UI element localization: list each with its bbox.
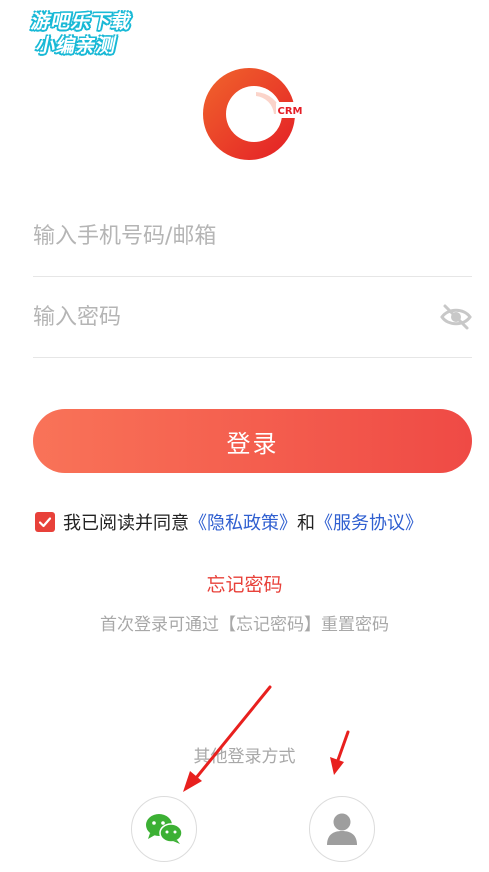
watermark-line-1: 游吧乐下载 <box>29 11 134 33</box>
user-icon <box>327 813 357 845</box>
arrow-head-wechat <box>183 771 202 792</box>
account-login-button[interactable] <box>309 796 375 862</box>
wechat-icon <box>146 814 183 844</box>
agreement-row: 我已阅读并同意 《隐私政策》 和 《服务协议》 <box>35 509 423 535</box>
agreement-checkbox[interactable] <box>35 512 55 532</box>
other-login-label: 其他登录方式 <box>193 747 296 767</box>
reset-password-hint: 首次登录可通过【忘记密码】重置密码 <box>100 615 389 635</box>
privacy-policy-link[interactable]: 《隐私政策》 <box>189 509 297 535</box>
agreement-and: 和 <box>297 513 315 534</box>
password-field-row <box>33 277 472 358</box>
service-agreement-link[interactable]: 《服务协议》 <box>315 509 423 535</box>
wechat-login-button[interactable] <box>131 796 197 862</box>
watermark-line-2: 小编亲测 <box>34 35 119 57</box>
watermark: 游吧乐下载 小编亲测 <box>9 10 149 58</box>
crm-logo-text: CRM <box>278 106 303 117</box>
forgot-password-link[interactable]: 忘记密码 <box>0 570 489 597</box>
login-button[interactable]: 登录 <box>33 409 472 473</box>
check-icon <box>38 517 52 528</box>
agreement-text: 我已阅读并同意 <box>63 513 189 534</box>
password-input[interactable] <box>33 297 423 337</box>
crm-logo: CRM <box>203 68 304 160</box>
phone-field-row <box>33 196 472 277</box>
eye-hidden-icon[interactable] <box>440 303 472 331</box>
phone-email-input[interactable] <box>33 216 423 256</box>
